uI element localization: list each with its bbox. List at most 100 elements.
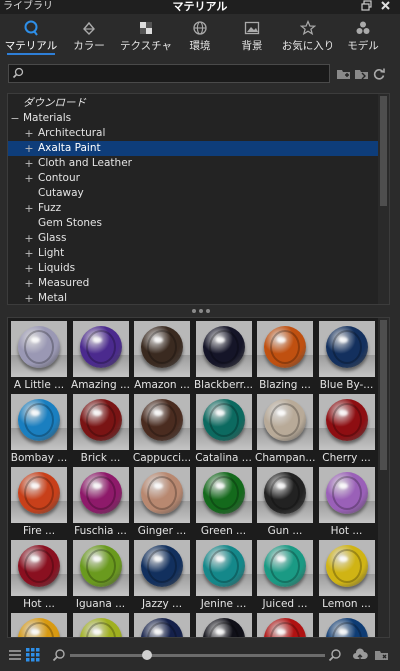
bottom-toolbar: [0, 642, 400, 671]
tree-item[interactable]: Gem Stones: [8, 216, 378, 231]
expand-icon[interactable]: +: [24, 141, 34, 156]
material-thumbnail[interactable]: [9, 611, 69, 637]
expand-icon[interactable]: +: [24, 201, 34, 216]
expand-icon[interactable]: +: [24, 291, 34, 304]
expand-icon[interactable]: +: [24, 231, 34, 246]
expand-icon[interactable]: +: [24, 156, 34, 171]
material-thumbnail[interactable]: Jazzy ...: [132, 538, 192, 611]
material-preview: [134, 613, 190, 637]
tree-item-label: Light: [38, 247, 65, 259]
tree-scrollbar-thumb[interactable]: [380, 96, 387, 206]
material-name: Cappucci...: [132, 452, 192, 464]
material-thumbnail[interactable]: Hot ...: [9, 538, 69, 611]
category-tree: ダウンロード − Materials + Architectural + Axalta Pa…: [7, 93, 390, 305]
tab-background[interactable]: 背景: [232, 16, 272, 56]
material-thumbnail[interactable]: Blackberr...: [194, 319, 254, 392]
material-thumbnail[interactable]: [194, 611, 254, 637]
material-thumbnail[interactable]: Ginger ...: [132, 465, 192, 538]
material-thumbnail[interactable]: Green ...: [194, 465, 254, 538]
material-thumbnail[interactable]: [132, 611, 192, 637]
tree-item[interactable]: + Axalta Paint: [8, 141, 378, 156]
material-thumbnail[interactable]: Amazon ...: [132, 319, 192, 392]
title-bar: ライブラリ マテリアル: [0, 0, 400, 14]
add-folder-icon[interactable]: [336, 67, 352, 81]
material-thumbnail[interactable]: Champan...: [255, 392, 315, 465]
float-panel-icon[interactable]: [361, 0, 372, 14]
material-thumbnail[interactable]: Iguana ...: [71, 538, 131, 611]
tab-models[interactable]: モデル: [338, 16, 388, 56]
material-thumbnail[interactable]: Amazing ...: [71, 319, 131, 392]
material-thumbnail[interactable]: Brick ...: [71, 392, 131, 465]
material-thumbnail[interactable]: Catalina ...: [194, 392, 254, 465]
tab-environment[interactable]: 環境: [178, 16, 222, 56]
splitter-handle[interactable]: [186, 307, 216, 315]
material-sphere: [141, 326, 183, 368]
grid-view-icon[interactable]: [26, 648, 40, 662]
material-thumbnail[interactable]: Fire ...: [9, 465, 69, 538]
refresh-icon[interactable]: [372, 67, 388, 81]
tab-texture[interactable]: テクスチャ: [117, 16, 175, 56]
close-icon[interactable]: [380, 0, 391, 14]
tree-item[interactable]: + Contour: [8, 171, 378, 186]
tree-item[interactable]: ダウンロード: [8, 96, 378, 111]
slider-knob[interactable]: [141, 650, 152, 660]
list-view-icon[interactable]: [8, 648, 22, 662]
expand-icon[interactable]: +: [24, 261, 34, 276]
material-sphere: [325, 399, 368, 441]
tree-item[interactable]: + Glass: [8, 231, 378, 246]
material-thumbnail[interactable]: Lemon ...: [317, 538, 377, 611]
tree-item[interactable]: + Metal: [8, 291, 378, 304]
tree-item[interactable]: + Light: [8, 246, 378, 261]
tree-item[interactable]: + Cloth and Leather: [8, 156, 378, 171]
expand-icon[interactable]: +: [24, 171, 34, 186]
material-thumbnail[interactable]: [317, 611, 377, 637]
material-thumbnail[interactable]: Cappucci...: [132, 392, 192, 465]
material-preview: [134, 394, 190, 450]
zoom-in-icon[interactable]: [328, 648, 342, 662]
cloud-upload-icon[interactable]: [352, 648, 368, 662]
material-thumbnail[interactable]: [255, 611, 315, 637]
material-icon: [23, 20, 39, 36]
tree-item[interactable]: + Liquids: [8, 261, 378, 276]
search-input[interactable]: [27, 66, 327, 81]
material-sphere: [202, 472, 245, 514]
material-thumbnail[interactable]: Cherry ...: [317, 392, 377, 465]
material-thumbnail[interactable]: Blazing ...: [255, 319, 315, 392]
material-thumbnail[interactable]: Bombay ...: [9, 392, 69, 465]
expand-icon[interactable]: +: [24, 126, 34, 141]
tree-item[interactable]: + Architectural: [8, 126, 378, 141]
expand-icon[interactable]: +: [24, 246, 34, 261]
material-grid: A Little ... Amazing ... Amazon ... Blackbe…: [7, 317, 390, 638]
collapse-icon[interactable]: −: [10, 111, 20, 126]
tab-favorites[interactable]: お気に入り: [280, 16, 336, 56]
tree-item-label: ダウンロード: [23, 97, 86, 109]
thumbnail-size-slider[interactable]: [70, 650, 325, 660]
tab-material[interactable]: マテリアル: [3, 16, 59, 56]
material-preview: [257, 321, 313, 377]
material-thumbnail[interactable]: Fuschia ...: [71, 465, 131, 538]
material-thumbnail[interactable]: [71, 611, 131, 637]
tree-item[interactable]: Cutaway: [8, 186, 378, 201]
material-thumbnail[interactable]: Hot ...: [317, 465, 377, 538]
tab-color[interactable]: カラー: [65, 16, 113, 56]
zoom-out-icon[interactable]: [52, 648, 66, 662]
material-name: Champan...: [255, 452, 315, 464]
folder-options-icon[interactable]: [374, 648, 390, 662]
expand-icon[interactable]: +: [24, 276, 34, 291]
material-thumbnail[interactable]: Blue By-...: [317, 319, 377, 392]
material-thumbnail[interactable]: Juiced ...: [255, 538, 315, 611]
import-folder-icon[interactable]: [354, 67, 370, 81]
grid-scrollbar[interactable]: [378, 318, 389, 637]
material-thumbnail[interactable]: Jenine ...: [194, 538, 254, 611]
material-thumbnail[interactable]: A Little ...: [9, 319, 69, 392]
tab-label: 背景: [241, 40, 263, 52]
tree-item[interactable]: + Fuzz: [8, 201, 378, 216]
search-box[interactable]: [8, 64, 330, 83]
tree-item[interactable]: − Materials: [8, 111, 378, 126]
grid-scrollbar-thumb[interactable]: [380, 320, 387, 470]
tree-item[interactable]: + Measured: [8, 276, 378, 291]
material-sphere: [141, 618, 183, 637]
material-sphere: [264, 399, 306, 441]
material-thumbnail[interactable]: Gun ...: [255, 465, 315, 538]
tree-scrollbar[interactable]: [378, 94, 389, 304]
